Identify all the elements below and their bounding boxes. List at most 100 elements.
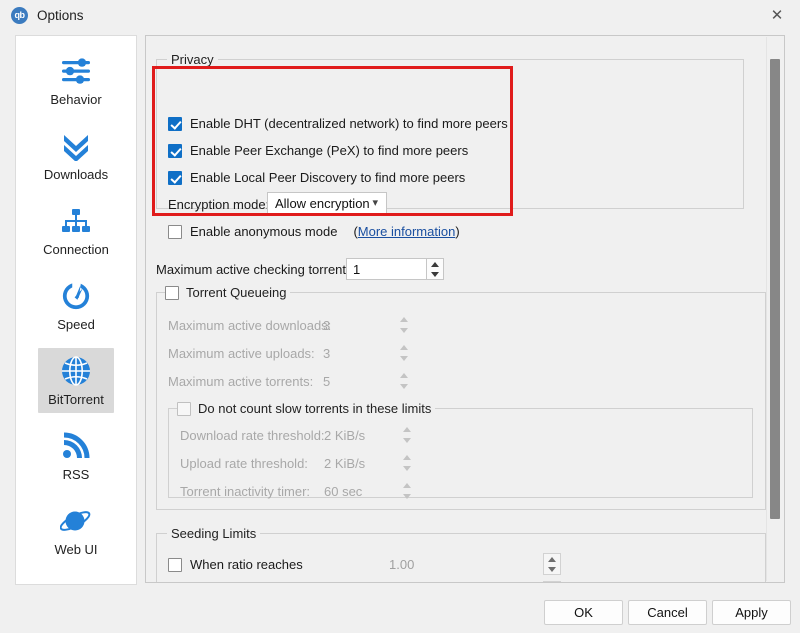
sliders-icon xyxy=(59,54,93,88)
enable-lpd-checkbox[interactable] xyxy=(168,170,182,185)
planet-icon xyxy=(59,504,93,538)
enable-pex-row[interactable]: Enable Peer Exchange (PeX) to find more … xyxy=(168,143,468,158)
max-active-downloads-spinner: 3 xyxy=(323,314,413,336)
enable-anonymous-row[interactable]: Enable anonymous mode ( More information… xyxy=(168,224,460,239)
dialog-footer: OK Cancel Apply xyxy=(0,588,800,633)
max-active-downloads-value: 3 xyxy=(323,317,331,333)
ratio-limit-value[interactable]: 1.00 xyxy=(389,553,543,575)
sidebar-item-connection[interactable]: Connection xyxy=(16,188,136,263)
spinner-buttons xyxy=(398,424,416,446)
torrent-queueing-checkbox[interactable] xyxy=(165,285,179,300)
enable-anonymous-checkbox[interactable] xyxy=(168,224,182,239)
spinner-up-icon xyxy=(398,452,416,463)
sidebar-item-label: Downloads xyxy=(43,167,109,182)
sidebar-item-speed[interactable]: Speed xyxy=(16,263,136,338)
slow-torrents-checkbox xyxy=(177,401,191,416)
download-rate-threshold-label: Download rate threshold: xyxy=(180,428,325,443)
spinner-down-icon[interactable] xyxy=(544,564,560,574)
max-active-uploads-label: Maximum active uploads: xyxy=(168,346,315,361)
sidebar-item-label: BitTorrent xyxy=(48,392,104,407)
upload-rate-threshold-value: 2 KiB/s xyxy=(324,455,366,471)
content-scrollbar[interactable] xyxy=(766,37,783,581)
spinner-buttons xyxy=(395,342,413,364)
spinner-up-icon xyxy=(395,342,413,353)
settings-scroll-area: Privacy Enable DHT (decentralized networ… xyxy=(146,36,768,582)
options-content-panel: Privacy Enable DHT (decentralized networ… xyxy=(145,35,785,583)
more-information-close-paren: ) xyxy=(455,224,460,239)
sidebar-item-rss[interactable]: RSS xyxy=(16,413,136,488)
spinner-up-icon xyxy=(398,480,416,491)
when-ratio-reaches-checkbox[interactable] xyxy=(168,557,182,572)
spinner-buttons xyxy=(398,452,416,474)
enable-dht-row[interactable]: Enable DHT (decentralized network) to fi… xyxy=(168,116,508,131)
torrent-queueing-group-title[interactable]: Torrent Queueing xyxy=(165,285,291,300)
spinner-buttons[interactable] xyxy=(543,581,561,583)
speedometer-icon xyxy=(59,279,93,313)
spinner-buttons xyxy=(398,480,416,502)
enable-pex-label: Enable Peer Exchange (PeX) to find more … xyxy=(190,143,469,158)
torrent-inactivity-timer-value: 60 sec xyxy=(324,483,363,499)
encryption-mode-value: Allow encryption xyxy=(275,195,370,211)
spinner-up-icon xyxy=(398,424,416,435)
enable-pex-checkbox[interactable] xyxy=(168,143,182,158)
total-seeding-time-spinner[interactable]: 1440 min xyxy=(389,581,561,583)
spinner-up-icon xyxy=(395,370,413,381)
options-sidebar: Behavior Downloads Connection Speed BitT… xyxy=(15,35,137,585)
slow-torrents-group-title[interactable]: Do not count slow torrents in these limi… xyxy=(177,401,436,416)
dialog-body: Behavior Downloads Connection Speed BitT… xyxy=(0,30,800,588)
enable-dht-checkbox[interactable] xyxy=(168,116,182,131)
spinner-up-icon xyxy=(395,314,413,325)
encryption-mode-label: Encryption mode: xyxy=(168,197,270,212)
sidebar-item-bittorrent[interactable]: BitTorrent xyxy=(16,338,136,413)
double-chevron-down-icon xyxy=(59,129,93,163)
max-active-torrents-label: Maximum active torrents: xyxy=(168,374,314,389)
ok-button[interactable]: OK xyxy=(544,600,623,625)
torrent-inactivity-timer-label: Torrent inactivity timer: xyxy=(180,484,311,499)
max-active-checking-label: Maximum active checking torrents: xyxy=(156,262,357,277)
spinner-buttons[interactable] xyxy=(426,258,444,280)
slow-torrents-label: Do not count slow torrents in these limi… xyxy=(198,401,432,416)
max-active-checking-spinner[interactable]: 1 xyxy=(346,258,444,280)
sidebar-item-downloads[interactable]: Downloads xyxy=(16,113,136,188)
spinner-up-icon[interactable] xyxy=(427,259,443,269)
spinner-down-icon[interactable] xyxy=(427,269,443,279)
when-ratio-reaches-label: When ratio reaches xyxy=(190,557,303,572)
enable-dht-label: Enable DHT (decentralized network) to fi… xyxy=(190,116,508,131)
title-bar: qb Options ✕ xyxy=(0,0,800,30)
enable-lpd-row[interactable]: Enable Local Peer Discovery to find more… xyxy=(168,170,465,185)
spinner-down-icon xyxy=(395,353,413,364)
sidebar-item-label: Speed xyxy=(57,317,95,332)
sidebar-item-web-ui[interactable]: Web UI xyxy=(16,488,136,563)
window-title: Options xyxy=(37,7,84,23)
encryption-mode-select[interactable]: Allow encryption ▾ xyxy=(267,192,387,214)
spinner-down-icon xyxy=(398,463,416,474)
spinner-up-icon[interactable] xyxy=(544,554,560,564)
torrent-queueing-label: Torrent Queueing xyxy=(186,285,287,300)
scrollbar-thumb[interactable] xyxy=(770,59,780,519)
torrent-inactivity-timer-spinner: 60 sec xyxy=(324,480,416,502)
max-active-checking-value[interactable]: 1 xyxy=(346,258,426,280)
network-tree-icon xyxy=(59,204,93,238)
enable-lpd-label: Enable Local Peer Discovery to find more… xyxy=(190,170,466,185)
max-active-torrents-value: 5 xyxy=(323,373,331,389)
spinner-buttons xyxy=(395,370,413,392)
seeding-limits-group-title: Seeding Limits xyxy=(167,526,261,541)
sidebar-item-label: Connection xyxy=(43,242,109,257)
when-ratio-reaches-row[interactable]: When ratio reaches xyxy=(168,557,303,572)
spinner-down-icon xyxy=(395,381,413,392)
spinner-up-icon[interactable] xyxy=(544,582,560,583)
spinner-buttons[interactable] xyxy=(543,553,561,575)
close-icon[interactable]: ✕ xyxy=(754,0,800,30)
sidebar-item-advanced[interactable]: Advanced xyxy=(16,563,136,584)
spinner-down-icon xyxy=(398,491,416,502)
download-rate-threshold-spinner: 2 KiB/s xyxy=(324,424,416,446)
sidebar-item-behavior[interactable]: Behavior xyxy=(16,36,136,113)
ratio-limit-spinner[interactable]: 1.00 xyxy=(389,553,561,575)
apply-button[interactable]: Apply xyxy=(712,600,791,625)
more-information-link[interactable]: More information xyxy=(358,224,456,239)
upload-rate-threshold-label: Upload rate threshold: xyxy=(180,456,308,471)
cancel-button[interactable]: Cancel xyxy=(628,600,707,625)
total-seeding-time-value[interactable]: 1440 min xyxy=(389,581,543,582)
qb-logo-icon: qb xyxy=(11,6,28,24)
globe-icon xyxy=(59,354,93,388)
